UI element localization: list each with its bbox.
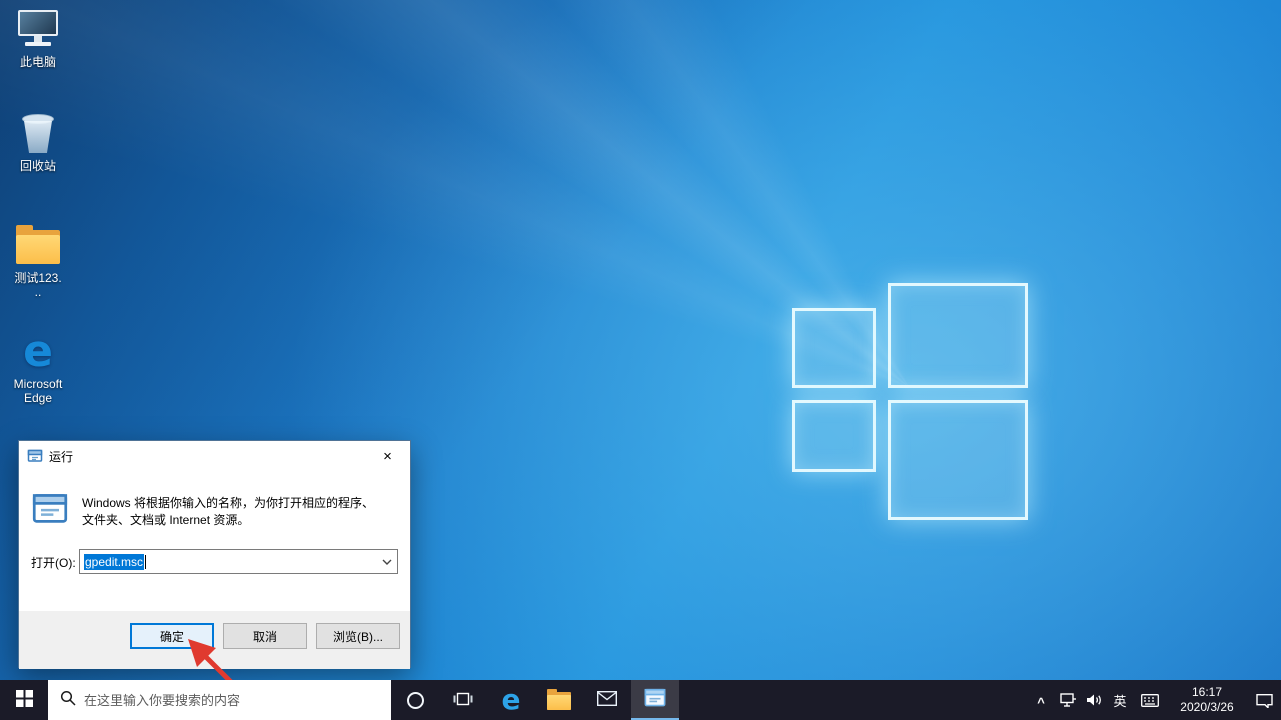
icon-label: 测试123. bbox=[14, 271, 61, 285]
run-dialog-body: Windows 将根据你输入的名称，为你打开相应的程序、 文件夹、文档或 Int… bbox=[19, 471, 410, 611]
edge-taskbar-button[interactable]: e bbox=[487, 680, 535, 720]
windows-logo-pane bbox=[792, 308, 876, 388]
run-window-icon bbox=[27, 448, 43, 464]
run-icon bbox=[32, 491, 68, 527]
clock[interactable]: 16:17 2020/3/26 bbox=[1167, 680, 1247, 720]
run-command-combobox[interactable]: gpedit.msc bbox=[79, 549, 398, 574]
browse-button[interactable]: 浏览(B)... bbox=[316, 623, 400, 649]
taskbar-spacer bbox=[679, 680, 1027, 720]
mail-icon bbox=[597, 691, 617, 709]
recycle-bin-icon bbox=[14, 112, 62, 156]
windows-logo-graphic bbox=[790, 281, 1030, 521]
task-view-button[interactable] bbox=[439, 680, 487, 720]
network-icon[interactable] bbox=[1055, 680, 1081, 720]
run-command-value[interactable]: gpedit.msc bbox=[84, 554, 144, 570]
cortana-icon bbox=[407, 692, 424, 709]
search-input[interactable] bbox=[84, 693, 364, 708]
icon-label-line2: Edge bbox=[24, 391, 52, 405]
chevron-down-icon[interactable] bbox=[377, 550, 397, 573]
icon-label: 此电脑 bbox=[20, 55, 56, 69]
start-button[interactable] bbox=[0, 680, 48, 720]
close-icon[interactable]: × bbox=[365, 442, 410, 471]
ime-language-indicator[interactable]: 英 bbox=[1107, 680, 1133, 720]
windows-logo-pane bbox=[792, 400, 876, 472]
icon-label: 回收站 bbox=[20, 159, 56, 173]
folder-icon bbox=[14, 224, 62, 268]
file-explorer-icon bbox=[547, 691, 571, 710]
run-dialog-title: 运行 bbox=[49, 448, 73, 465]
taskbar-search[interactable] bbox=[48, 680, 391, 720]
open-label: 打开(O): bbox=[31, 554, 76, 571]
windows-logo-pane bbox=[888, 400, 1028, 520]
desktop-icon-microsoft-edge[interactable]: e Microsoft Edge bbox=[0, 330, 76, 405]
text-caret bbox=[145, 555, 146, 569]
show-hidden-icons-chevron[interactable]: ^ bbox=[1027, 680, 1055, 720]
cortana-button[interactable] bbox=[391, 680, 439, 720]
windows-desktop: 此电脑 回收站 测试123. .. e Microsoft Edge bbox=[0, 0, 1281, 720]
this-pc-icon bbox=[14, 8, 62, 52]
edge-icon: e bbox=[502, 686, 521, 714]
run-description: Windows 将根据你输入的名称，为你打开相应的程序、 文件夹、文档或 Int… bbox=[82, 495, 392, 529]
edge-icon: e bbox=[14, 330, 62, 374]
run-window-icon bbox=[644, 687, 666, 712]
run-taskbar-button[interactable] bbox=[631, 680, 679, 720]
taskbar: e ^ bbox=[0, 680, 1281, 720]
icon-label: Microsoft bbox=[14, 377, 63, 391]
file-explorer-button[interactable] bbox=[535, 680, 583, 720]
desktop-icon-recycle-bin[interactable]: 回收站 bbox=[0, 112, 76, 173]
icon-label-line2: .. bbox=[35, 285, 42, 299]
action-center-icon[interactable] bbox=[1247, 680, 1281, 720]
run-dialog-titlebar[interactable]: 运行 × bbox=[19, 441, 410, 471]
run-description-line2: 文件夹、文档或 Internet 资源。 bbox=[82, 512, 392, 529]
tray-date: 2020/3/26 bbox=[1167, 700, 1247, 715]
tray-time: 16:17 bbox=[1167, 685, 1247, 700]
search-icon bbox=[60, 690, 76, 711]
desktop-icon-test-folder[interactable]: 测试123. .. bbox=[0, 224, 76, 299]
volume-icon[interactable] bbox=[1081, 680, 1107, 720]
touch-keyboard-icon[interactable] bbox=[1133, 680, 1167, 720]
windows-logo-pane bbox=[888, 283, 1028, 388]
task-view-icon bbox=[453, 691, 473, 710]
desktop-icon-this-pc[interactable]: 此电脑 bbox=[0, 8, 76, 69]
run-description-line1: Windows 将根据你输入的名称，为你打开相应的程序、 bbox=[82, 495, 392, 512]
mail-button[interactable] bbox=[583, 680, 631, 720]
windows-flag-icon bbox=[16, 690, 33, 710]
